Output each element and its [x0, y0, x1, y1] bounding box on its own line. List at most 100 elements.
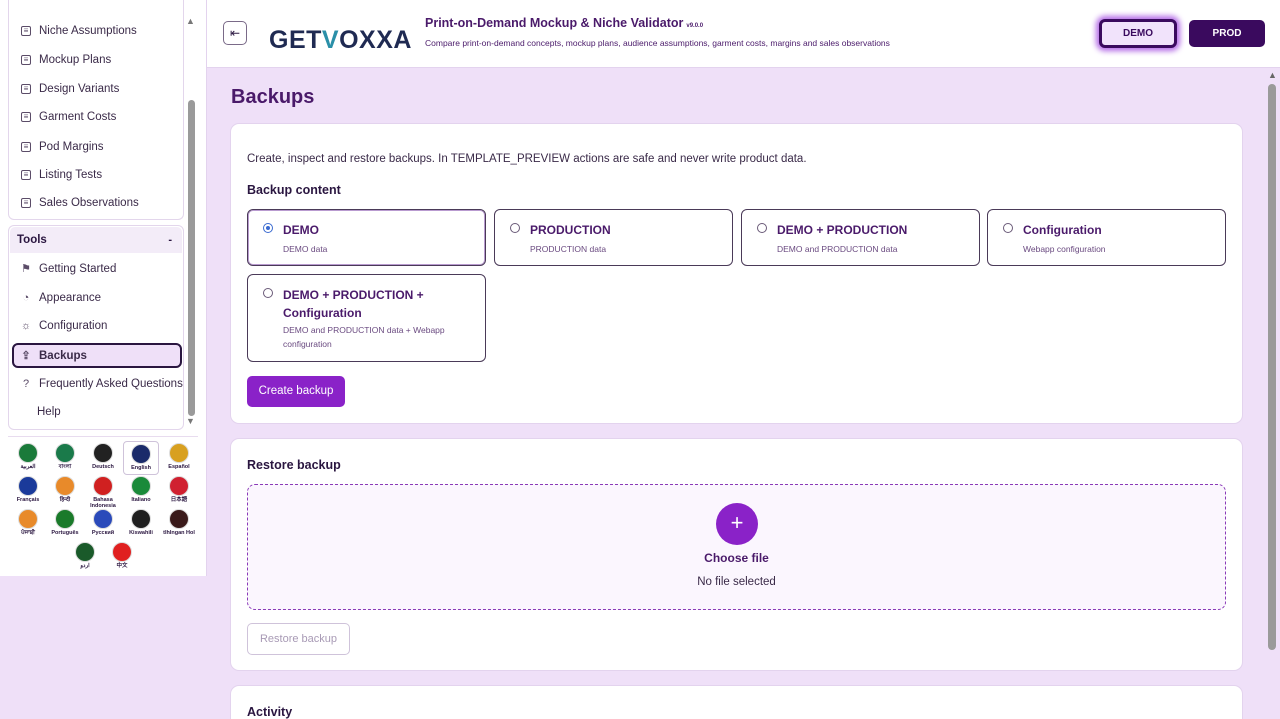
language-label: English — [131, 465, 151, 471]
sidebar-item-niche-assumptions[interactable]: ≡ Niche Assumptions — [21, 22, 137, 40]
sidebar-item-configuration[interactable]: ☼ Configuration — [21, 317, 107, 335]
sidebar-item-label: Configuration — [39, 320, 108, 332]
language-option[interactable]: tlhIngan Hol — [161, 507, 197, 541]
flag-icon — [55, 476, 75, 496]
sidebar-scrollbar[interactable]: ▲ ▼ — [186, 14, 196, 428]
language-label: العربية — [20, 464, 36, 470]
sidebar-item-faq[interactable]: ? Frequently Asked Questions — [21, 375, 183, 393]
sidebar-item-label: Listing Tests — [39, 169, 103, 181]
language-option[interactable]: বাংলা — [47, 441, 83, 475]
sidebar-item-label: Niche Assumptions — [39, 25, 137, 37]
restore-title: Restore backup — [247, 458, 341, 472]
language-option[interactable]: Português — [47, 507, 83, 541]
app-title: Print-on-Demand Mockup & Niche Validator… — [425, 16, 704, 30]
sidebar-item-backups[interactable]: ⇪ Backups — [12, 343, 182, 368]
option-title: PRODUCTION — [530, 223, 611, 237]
activity-card: Activity — [230, 685, 1243, 719]
language-option[interactable]: Русский — [85, 507, 121, 541]
option-configuration[interactable]: Configuration Webapp configuration — [987, 209, 1226, 266]
radio[interactable] — [263, 288, 273, 298]
option-title: Configuration — [1023, 223, 1102, 237]
collapse-icon[interactable]: - — [168, 227, 172, 253]
language-label: Kiswahili — [129, 530, 153, 536]
option-demo-production[interactable]: DEMO + PRODUCTION DEMO and PRODUCTION da… — [741, 209, 980, 266]
sidebar-item-pod-margins[interactable]: ≡ Pod Margins — [21, 138, 104, 156]
backup-card: Create, inspect and restore backups. In … — [230, 123, 1243, 424]
sidebar-scrollbar-thumb[interactable] — [188, 100, 195, 416]
language-option[interactable]: हिन्दी — [47, 474, 83, 508]
sidebar-item-label: Sales Observations — [39, 197, 139, 209]
language-option[interactable]: Français — [10, 474, 46, 508]
list-icon: ≡ — [21, 84, 31, 94]
list-icon: ≡ — [21, 55, 31, 65]
radio[interactable] — [510, 223, 520, 233]
sidebar-item-garment-costs[interactable]: ≡ Garment Costs — [21, 108, 116, 126]
language-label: 日本語 — [170, 497, 188, 503]
flag-icon — [169, 476, 189, 496]
radio-selected[interactable] — [263, 223, 273, 233]
file-dropzone[interactable]: + Choose file No file selected — [247, 484, 1226, 610]
plus-icon[interactable]: + — [716, 503, 758, 545]
logo: GETVOXXA — [269, 26, 412, 54]
flag-icon: ⚑ — [21, 263, 31, 275]
sidebar-item-listing-tests[interactable]: ≡ Listing Tests — [21, 166, 102, 184]
language-option[interactable]: Kiswahili — [123, 507, 159, 541]
language-label: हिन्दी — [59, 497, 71, 503]
language-option[interactable]: English — [123, 441, 159, 475]
flag-icon — [75, 542, 95, 562]
sidebar-item-mockup-plans[interactable]: ≡ Mockup Plans — [21, 51, 111, 69]
sidebar-item-sales-observations[interactable]: ≡ Sales Observations — [21, 194, 139, 212]
radio[interactable] — [1003, 223, 1013, 233]
create-backup-button[interactable]: Create backup — [247, 376, 345, 407]
prod-button[interactable]: PROD — [1189, 20, 1265, 47]
language-option[interactable]: Español — [161, 441, 197, 475]
sidebar-item-label: Appearance — [39, 292, 102, 304]
tools-title: Tools — [17, 234, 47, 246]
language-option[interactable]: Bahasa Indonesia — [85, 474, 121, 509]
sidebar-item-design-variants[interactable]: ≡ Design Variants — [21, 80, 119, 98]
flag-icon — [55, 509, 75, 529]
scroll-up-icon[interactable]: ▲ — [1268, 70, 1277, 80]
collapse-sidebar-button[interactable]: ⇤ — [223, 21, 247, 45]
sidebar-item-appearance[interactable]: ◔ Appearance — [21, 289, 101, 307]
list-icon: ≡ — [21, 26, 31, 36]
language-option[interactable]: العربية — [10, 441, 46, 475]
sidebar-item-label: Garment Costs — [39, 111, 117, 123]
sidebar-item-getting-started[interactable]: ⚑ Getting Started — [21, 260, 116, 278]
option-production[interactable]: PRODUCTION PRODUCTION data — [494, 209, 733, 266]
language-label: 中文 — [116, 563, 128, 569]
flag-icon — [18, 509, 38, 529]
language-label: tlhIngan Hol — [163, 530, 195, 536]
app-subtitle: Compare print-on-demand concepts, mockup… — [425, 38, 890, 48]
scroll-down-icon[interactable]: ▼ — [186, 416, 195, 426]
backup-content-title: Backup content — [247, 183, 341, 197]
main-scrollbar-thumb[interactable] — [1268, 84, 1276, 650]
intro-text: Create, inspect and restore backups. In … — [247, 153, 807, 165]
language-label: Italiano — [131, 497, 151, 503]
flag-icon — [93, 476, 113, 496]
language-option[interactable]: 日本語 — [161, 474, 197, 508]
sidebar-item-help[interactable]: Help — [37, 403, 61, 421]
palette-icon: ◔ — [22, 292, 30, 304]
sidebar-item-label: Help — [37, 406, 61, 418]
tools-header[interactable]: Tools - — [10, 227, 182, 253]
language-option[interactable]: ਪੰਜਾਬੀ — [10, 507, 46, 541]
scroll-up-icon[interactable]: ▲ — [186, 16, 195, 26]
radio[interactable] — [757, 223, 767, 233]
flag-icon — [112, 542, 132, 562]
choose-file-label[interactable]: Choose file — [248, 551, 1225, 565]
option-title: DEMO + PRODUCTION — [777, 223, 908, 237]
language-option[interactable]: 中文 — [104, 540, 140, 574]
main-scrollbar[interactable]: ▲ — [1266, 68, 1280, 719]
language-label: Français — [16, 497, 40, 503]
language-option[interactable]: Italiano — [123, 474, 159, 508]
option-demo-production-configuration[interactable]: DEMO + PRODUCTION + Configuration DEMO a… — [247, 274, 486, 362]
demo-button[interactable]: DEMO — [1099, 19, 1177, 48]
language-label: ਪੰਜਾਬੀ — [21, 530, 35, 536]
restore-backup-button[interactable]: Restore backup — [247, 623, 350, 655]
language-option[interactable]: اردو — [67, 540, 103, 574]
upload-icon: ⇪ — [21, 349, 31, 362]
option-demo[interactable]: DEMO DEMO data — [247, 209, 486, 266]
language-option[interactable]: Deutsch — [85, 441, 121, 475]
language-label: Español — [168, 464, 190, 470]
